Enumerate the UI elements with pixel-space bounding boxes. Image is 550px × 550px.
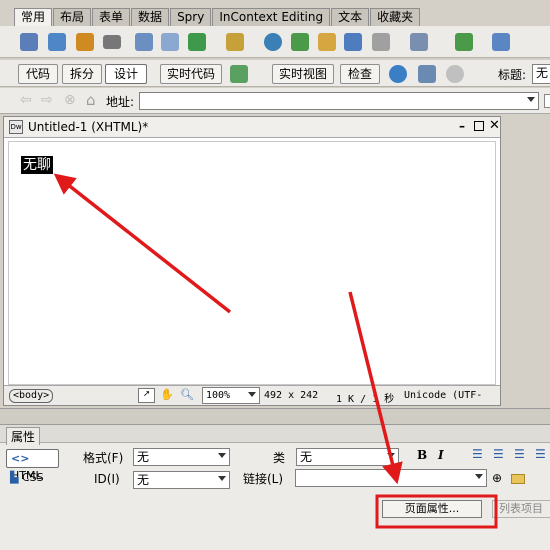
arrow-to-text [53,173,232,314]
arrow-to-page-properties [348,291,403,485]
annotation-overlay [53,173,498,529]
highlight-box [375,494,498,529]
